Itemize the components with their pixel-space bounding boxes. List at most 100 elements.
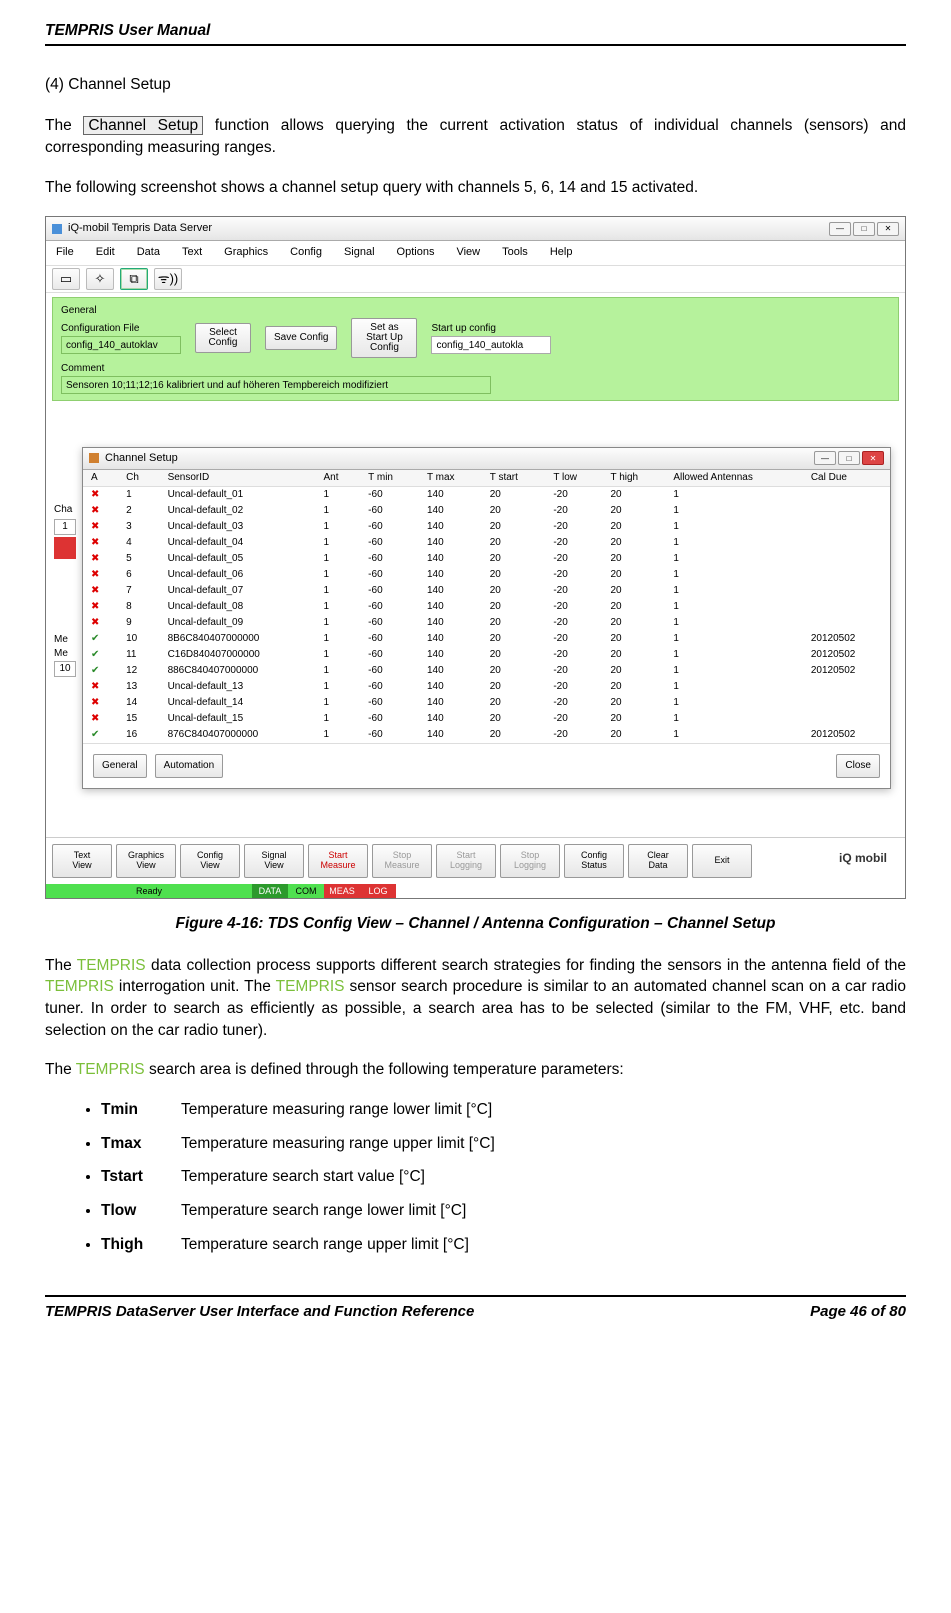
table-row[interactable]: ✖2Uncal-default_021-6014020-20201 (83, 503, 890, 519)
menu-help[interactable]: Help (550, 245, 573, 260)
toolbar-btn-antenna-wifi-icon[interactable]: ᯤ)) (154, 268, 182, 290)
bottom-button[interactable]: Config Status (564, 844, 624, 878)
col-header[interactable]: T start (482, 470, 546, 487)
status-log: LOG (360, 884, 396, 898)
active-icon: ✔ (83, 631, 118, 647)
menu-file[interactable]: File (56, 245, 74, 260)
cell: 1 (665, 663, 803, 679)
maximize-icon[interactable]: □ (853, 222, 875, 236)
menu-signal[interactable]: Signal (344, 245, 375, 260)
col-header[interactable]: Cal Due (803, 470, 890, 487)
general-button[interactable]: General (93, 754, 147, 778)
menu-data[interactable]: Data (137, 245, 160, 260)
menu-tools[interactable]: Tools (502, 245, 528, 260)
col-header[interactable]: T high (603, 470, 666, 487)
select-config-button[interactable]: Select Config (195, 323, 251, 353)
table-row[interactable]: ✔11C16D8404070000001-6014020-20201201205… (83, 647, 890, 663)
cell: 1 (665, 599, 803, 615)
cell: 1 (118, 486, 159, 503)
cell: 1 (665, 695, 803, 711)
cell: 1 (665, 535, 803, 551)
comment-field[interactable]: Sensoren 10;11;12;16 kalibriert und auf … (61, 376, 491, 394)
cell: 20 (482, 727, 546, 743)
cell: 8 (118, 599, 159, 615)
set-startup-config-button[interactable]: Set as Start Up Config (351, 318, 417, 358)
cell: 140 (419, 695, 482, 711)
tempris-brand-3: TEMPRIS (276, 978, 345, 995)
table-row[interactable]: ✖4Uncal-default_041-6014020-20201 (83, 535, 890, 551)
bottom-button[interactable]: Text View (52, 844, 112, 878)
menu-graphics[interactable]: Graphics (224, 245, 268, 260)
cell: 1 (665, 567, 803, 583)
col-header[interactable]: T max (419, 470, 482, 487)
table-row[interactable]: ✖15Uncal-default_151-6014020-20201 (83, 711, 890, 727)
table-row[interactable]: ✖14Uncal-default_141-6014020-20201 (83, 695, 890, 711)
menu-edit[interactable]: Edit (96, 245, 115, 260)
cell: 1 (665, 647, 803, 663)
cell (803, 535, 890, 551)
table-row[interactable]: ✖1Uncal-default_011-6014020-20201 (83, 486, 890, 503)
bottom-button[interactable]: Start Measure (308, 844, 368, 878)
cell: 876C840407000000 (160, 727, 316, 743)
toolbar-btn-3-active[interactable]: ⧉ (120, 268, 148, 290)
table-row[interactable]: ✖6Uncal-default_061-6014020-20201 (83, 567, 890, 583)
toolbar-btn-1[interactable]: ▭ (52, 268, 80, 290)
menu-view[interactable]: View (456, 245, 480, 260)
cell: 1 (316, 599, 361, 615)
table-row[interactable]: ✖7Uncal-default_071-6014020-20201 (83, 583, 890, 599)
app-icon (52, 224, 62, 234)
menu-text[interactable]: Text (182, 245, 202, 260)
table-row[interactable]: ✔16876C8404070000001-6014020-20201201205… (83, 727, 890, 743)
inner-minimize-icon[interactable]: — (814, 451, 836, 465)
config-file-field[interactable]: config_140_autoklav (61, 336, 181, 354)
cell: 5 (118, 551, 159, 567)
cell: 20120502 (803, 631, 890, 647)
automation-button[interactable]: Automation (155, 754, 224, 778)
cell: 1 (665, 631, 803, 647)
table-row[interactable]: ✖5Uncal-default_051-6014020-20201 (83, 551, 890, 567)
table-row[interactable]: ✖13Uncal-default_131-6014020-20201 (83, 679, 890, 695)
param-value: Temperature search range lower limit [°C… (181, 1202, 466, 1219)
cell: -20 (545, 711, 602, 727)
cell: Uncal-default_13 (160, 679, 316, 695)
table-row[interactable]: ✔108B6C8404070000001-6014020-20201201205… (83, 631, 890, 647)
minimize-icon[interactable]: — (829, 222, 851, 236)
cell: 1 (665, 503, 803, 519)
close-icon[interactable]: ✕ (877, 222, 899, 236)
col-header[interactable]: T low (545, 470, 602, 487)
table-row[interactable]: ✖9Uncal-default_091-6014020-20201 (83, 615, 890, 631)
cell: 8B6C840407000000 (160, 631, 316, 647)
general-label: General (61, 304, 890, 318)
bottom-button[interactable]: Clear Data (628, 844, 688, 878)
cell: 1 (316, 631, 361, 647)
col-header[interactable]: Ant (316, 470, 361, 487)
cell: 1 (316, 551, 361, 567)
bottom-button[interactable]: Graphics View (116, 844, 176, 878)
table-row[interactable]: ✔12886C8404070000001-6014020-20201201205… (83, 663, 890, 679)
col-header[interactable]: T min (360, 470, 419, 487)
col-header[interactable]: SensorID (160, 470, 316, 487)
cell (803, 503, 890, 519)
cell (803, 599, 890, 615)
col-header[interactable]: A (83, 470, 118, 487)
col-header[interactable]: Allowed Antennas (665, 470, 803, 487)
table-row[interactable]: ✖3Uncal-default_031-6014020-20201 (83, 519, 890, 535)
close-button[interactable]: Close (836, 754, 880, 778)
table-row[interactable]: ✖8Uncal-default_081-6014020-20201 (83, 599, 890, 615)
bottom-button[interactable]: Config View (180, 844, 240, 878)
col-header[interactable]: Ch (118, 470, 159, 487)
inner-maximize-icon[interactable]: □ (838, 451, 860, 465)
cell: -60 (360, 486, 419, 503)
inner-close-icon[interactable]: ✕ (862, 451, 884, 465)
cell: 20 (603, 695, 666, 711)
bottom-button[interactable]: Signal View (244, 844, 304, 878)
cell: -20 (545, 695, 602, 711)
menu-config[interactable]: Config (290, 245, 322, 260)
toolbar-btn-2[interactable]: ✧ (86, 268, 114, 290)
cell: 9 (118, 615, 159, 631)
save-config-button[interactable]: Save Config (265, 326, 337, 350)
menu-options[interactable]: Options (397, 245, 435, 260)
cell: 10 (118, 631, 159, 647)
bottom-button[interactable]: Exit (692, 844, 752, 878)
cell: 20 (603, 615, 666, 631)
